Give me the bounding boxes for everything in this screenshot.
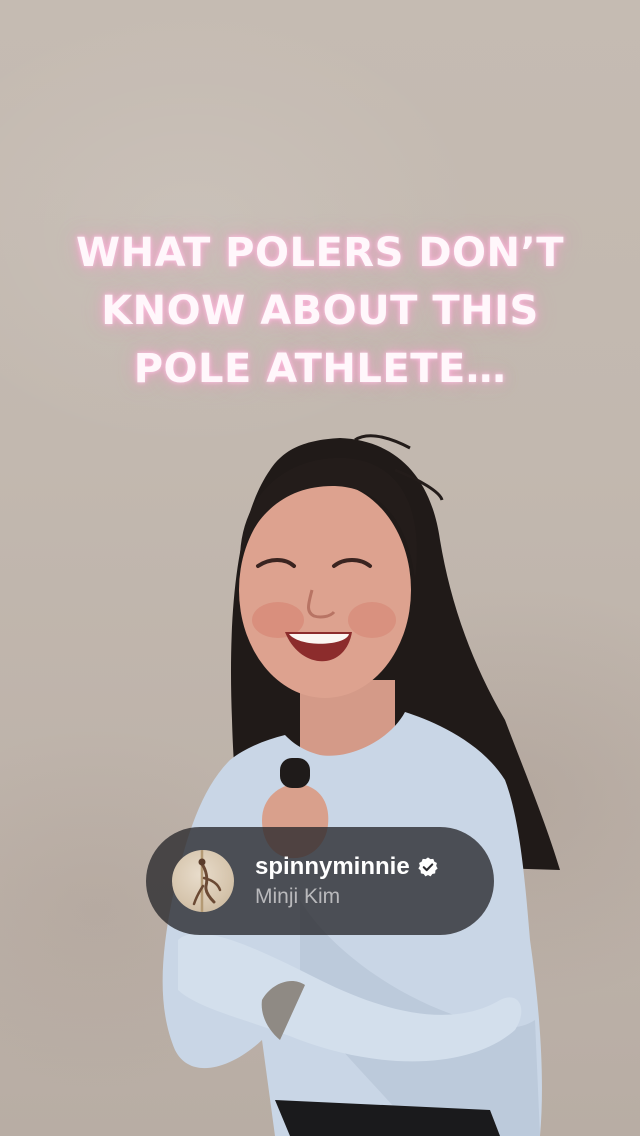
username[interactable]: spinnyminnie [255, 853, 410, 881]
cheek-right [348, 602, 396, 638]
user-avatar[interactable] [172, 850, 234, 912]
face [239, 482, 411, 698]
person-illustration [162, 434, 560, 1136]
user-tag[interactable]: spinnyminnie Minji Kim [146, 827, 494, 935]
pole-dancer-avatar-icon [192, 850, 222, 912]
overlay-caption: WHAT POLERS DON’T KNOW ABOUT THIS POLE A… [76, 230, 564, 392]
verified-badge-icon [418, 857, 438, 877]
display-name: Minji Kim [255, 885, 341, 908]
mic [280, 758, 310, 788]
video-frame[interactable]: WHAT POLERS DON’T KNOW ABOUT THIS POLE A… [0, 0, 640, 1136]
